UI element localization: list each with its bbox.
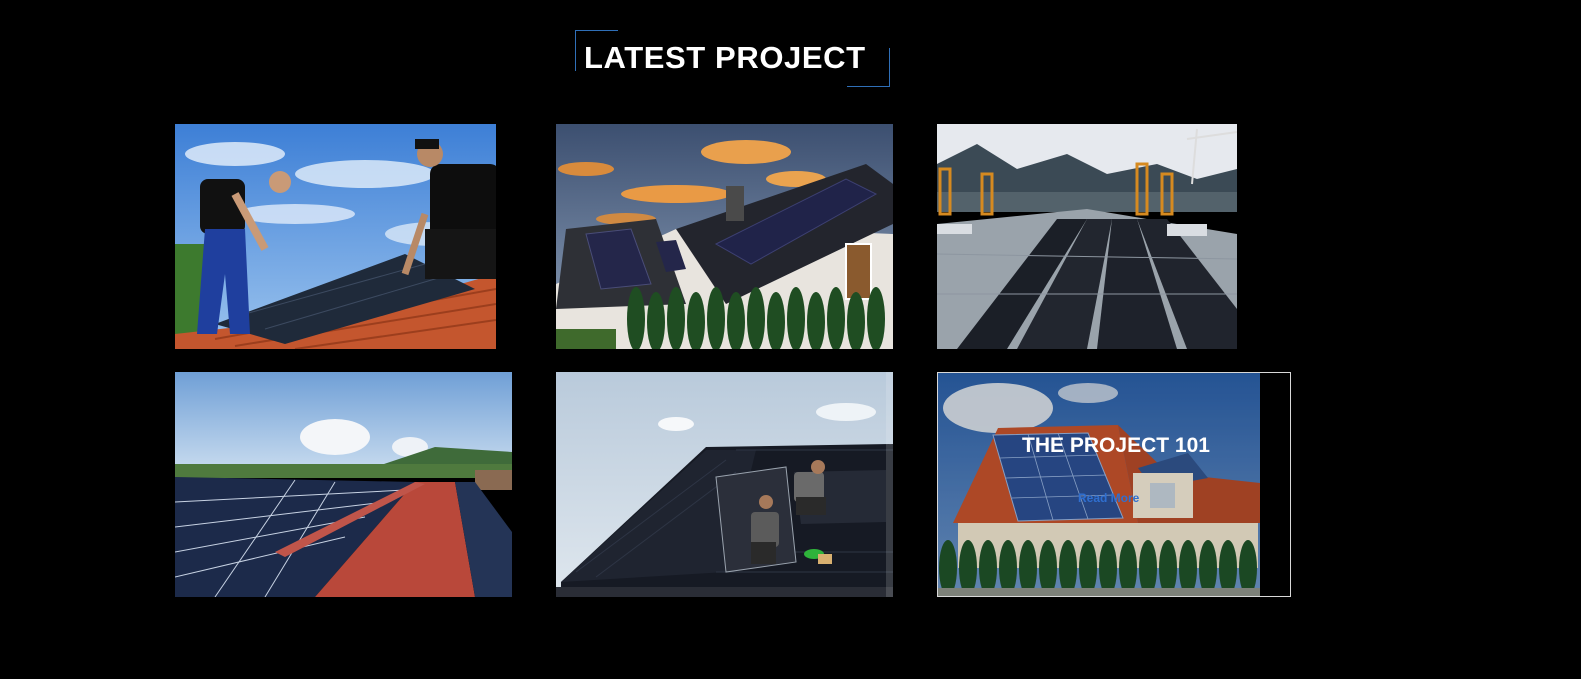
project-card-3[interactable] (937, 124, 1237, 349)
project-card-6[interactable]: THE PROJECT 101 Read More (937, 372, 1291, 597)
project-image-2 (556, 124, 893, 349)
read-more-link[interactable]: Read More (1078, 491, 1139, 505)
project-image-3 (937, 124, 1237, 349)
section-title: LATEST PROJECT (584, 40, 866, 75)
project-card-2[interactable] (556, 124, 893, 349)
project-overlay-title: THE PROJECT 101 (1022, 434, 1210, 457)
project-image-4 (175, 372, 512, 597)
section-header: LATEST PROJECT (575, 30, 890, 87)
page: LATEST PROJECT THE PROJECT 101 Read More (0, 0, 1581, 679)
project-card-5[interactable] (556, 372, 893, 597)
project-card-4[interactable] (175, 372, 512, 597)
project-card-1[interactable] (175, 124, 496, 349)
project-image-6 (938, 373, 1260, 596)
project-image-5 (556, 372, 893, 597)
project-image-1 (175, 124, 496, 349)
